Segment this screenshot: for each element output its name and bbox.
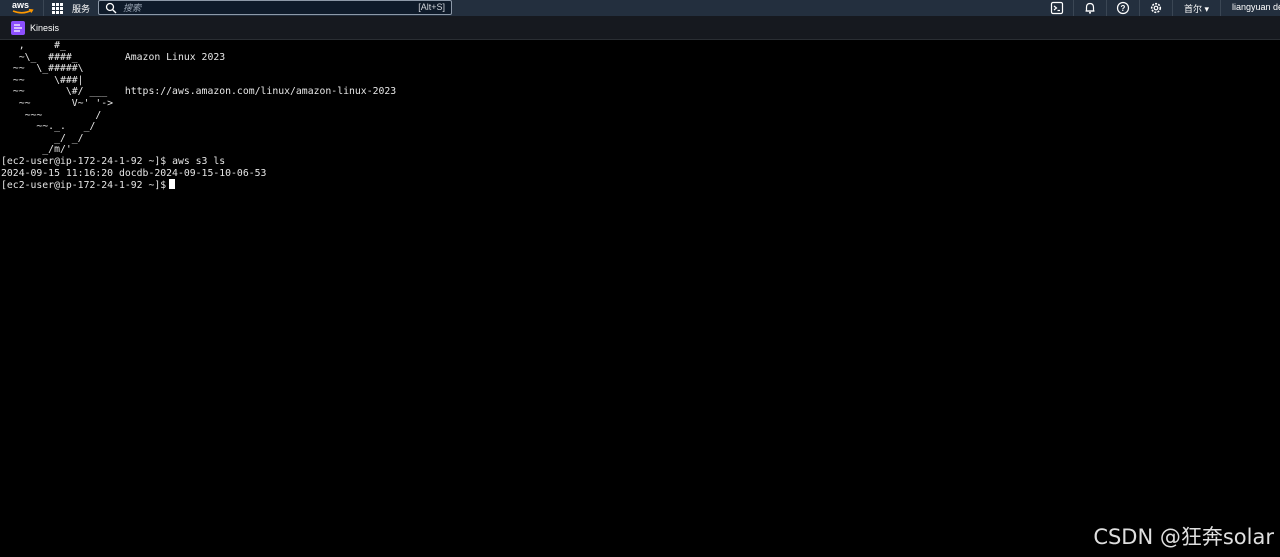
watermark: CSDN @狂奔solar [1093, 525, 1274, 549]
ascii-art-line: ~~._. _/ [1, 121, 96, 133]
terminal-window[interactable]: , #_ ~\_ ####_ Amazon Linux 2023 ~~ \_##… [0, 40, 1280, 557]
command-text: aws s3 ls [172, 156, 226, 167]
active-prompt-line[interactable]: [ec2-user@ip-172-24-1-92 ~]$ [1, 179, 176, 192]
top-navigation: aws 服务 [Alt+S] ? 首尔 ▾ lia [0, 0, 1280, 16]
favorites-bar: Kinesis [0, 16, 1280, 40]
kinesis-icon [11, 21, 25, 35]
cloudshell-icon[interactable] [1050, 1, 1064, 15]
nav-divider [1073, 0, 1074, 16]
ascii-art-line: ~~ \_#####\ [1, 63, 84, 75]
command-line: [ec2-user@ip-172-24-1-92 ~]$ aws s3 ls [1, 156, 225, 168]
ascii-art-line: _/m/' [1, 144, 72, 156]
nav-divider [1220, 0, 1221, 16]
ascii-art-line: ~\_ ####_ Amazon Linux 2023 [1, 51, 226, 63]
command-output: 2024-09-15 11:16:20 docdb-2024-09-15-10-… [1, 167, 267, 179]
ascii-art-line: ~~ V~' '-> [1, 98, 114, 109]
nav-divider [43, 0, 44, 16]
aws-logo[interactable]: aws [11, 0, 35, 16]
search-shortcut-hint: [Alt+S] [418, 2, 445, 12]
grid-icon [52, 2, 63, 14]
help-icon[interactable]: ? [1116, 1, 1130, 15]
search-input[interactable] [123, 2, 403, 13]
svg-text:?: ? [1121, 4, 1126, 13]
terminal-cursor [169, 179, 176, 190]
services-label: 服务 [72, 3, 91, 14]
nav-divider [1172, 0, 1173, 16]
services-menu-button[interactable]: 服务 [52, 0, 90, 16]
search-icon [105, 2, 117, 13]
favorite-label: Kinesis [30, 23, 60, 33]
gear-icon[interactable] [1149, 1, 1163, 15]
nav-divider [1106, 0, 1107, 16]
ascii-art-line: _/ _/ [1, 132, 84, 144]
region-selector[interactable]: 首尔 ▾ [1184, 2, 1209, 15]
account-menu[interactable]: liangyuan de [1232, 2, 1280, 12]
shell-prompt: [ec2-user@ip-172-24-1-92 ~]$ [1, 156, 167, 167]
ascii-art-line: ~~ \#/ ___ https://aws.amazon.com/linux/… [1, 86, 397, 98]
ascii-art-line: , #_ [1, 40, 66, 51]
search-box[interactable]: [Alt+S] [98, 0, 452, 15]
ascii-art-line: ~~~ / [1, 109, 102, 121]
aws-logo-text: aws [12, 0, 29, 10]
nav-divider [1139, 0, 1140, 16]
favorite-kinesis[interactable]: Kinesis [11, 21, 59, 35]
ascii-art-line: ~~ \###| [1, 74, 84, 86]
bell-icon[interactable] [1083, 1, 1097, 15]
shell-prompt: [ec2-user@ip-172-24-1-92 ~]$ [1, 180, 167, 192]
